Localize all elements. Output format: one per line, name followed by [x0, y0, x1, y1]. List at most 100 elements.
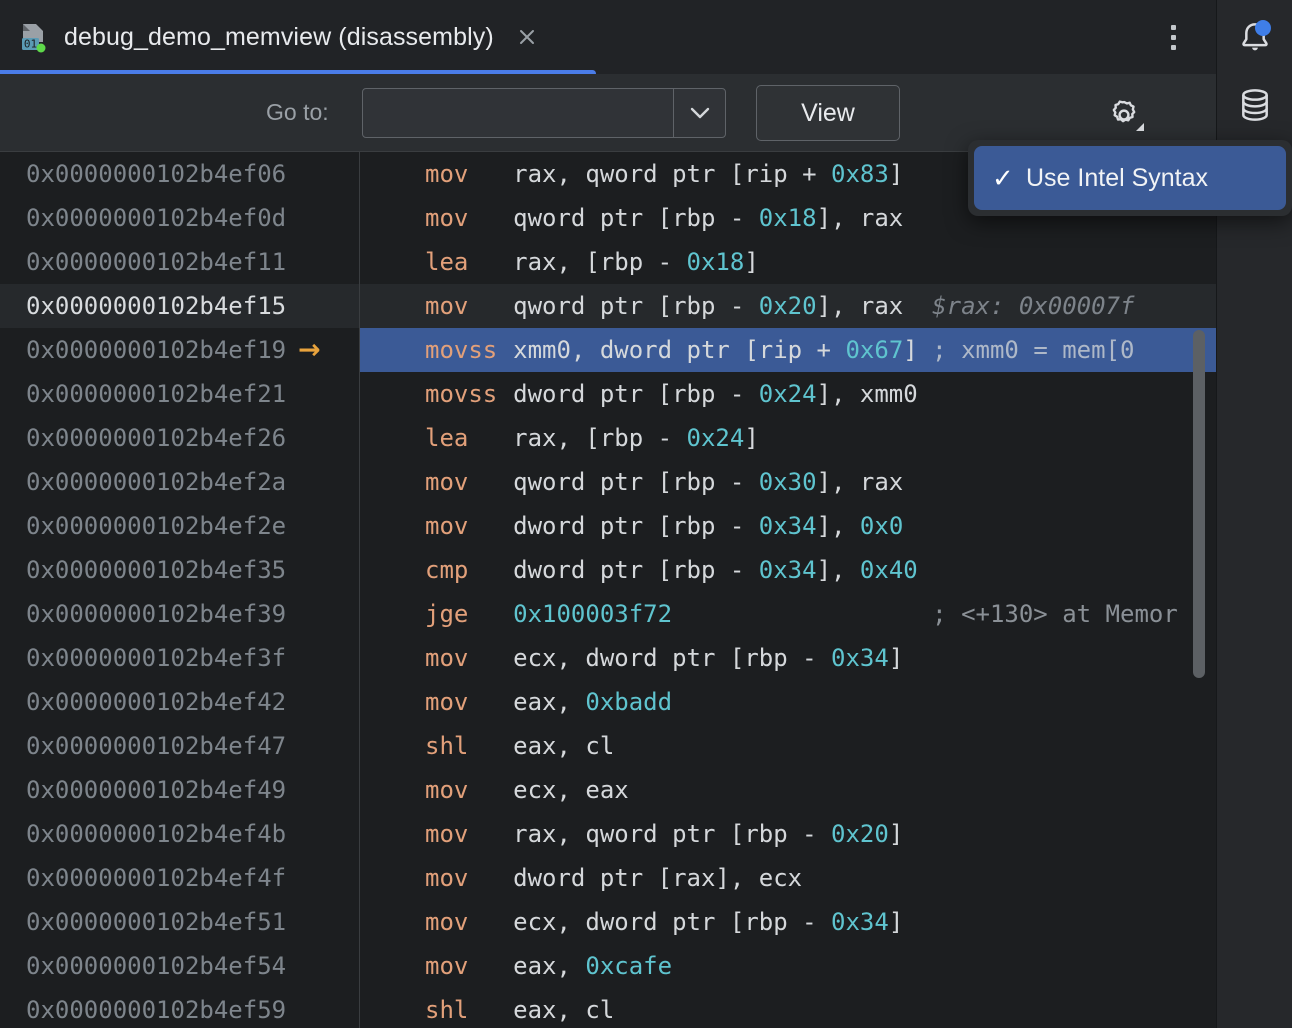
disassembly-row[interactable]: 0x0000000102b4ef21 movss dword ptr [rbp - …: [0, 372, 1216, 416]
instruction-address: 0x0000000102b4ef19 →: [0, 328, 359, 372]
disassembly-row[interactable]: 0x0000000102b4ef4f mov dword ptr [rax], ec…: [0, 856, 1216, 900]
operand-text: eax, cl: [513, 732, 615, 760]
tab-title: debug_demo_memview (disassembly): [64, 22, 494, 51]
register-value-annotation: $rax: 0x00007f: [903, 292, 1135, 320]
disassembly-row[interactable]: 0x0000000102b4ef11 lea rax, [rbp - 0x18]: [0, 240, 1216, 284]
disassembly-row[interactable]: 0x0000000102b4ef39 jge 0x100003f72 ; <+130…: [0, 592, 1216, 636]
bell-icon[interactable]: [1227, 10, 1283, 68]
operand-number: 0x20: [831, 820, 889, 848]
operand-text: ]: [744, 248, 759, 276]
operand-text: ]: [888, 160, 904, 188]
instruction-text: movss xmm0, dword ptr [rip + 0x67] ; xmm0…: [359, 328, 1216, 372]
notification-badge: [1254, 20, 1271, 36]
operand-text: ecx, dword ptr [rbp -: [513, 644, 832, 672]
operand-text: ],: [816, 556, 860, 584]
disassembly-row[interactable]: 0x0000000102b4ef26 lea rax, [rbp - 0x24]: [0, 416, 1216, 460]
instruction-mnemonic: mov: [425, 952, 469, 980]
more-options-icon[interactable]: [1156, 17, 1190, 57]
disassembly-row[interactable]: 0x0000000102b4ef49 mov ecx, eax: [0, 768, 1216, 812]
operand-text: ecx, eax: [513, 776, 629, 804]
svg-text:01: 01: [24, 38, 37, 51]
disassembly-row[interactable]: 0x0000000102b4ef3f mov ecx, dword ptr [rbp…: [0, 636, 1216, 680]
operand-text: qword ptr [rbp -: [513, 292, 759, 320]
instruction-text: mov ecx, dword ptr [rbp - 0x34]: [359, 900, 1216, 944]
instruction-address: 0x0000000102b4ef54: [26, 952, 287, 980]
instruction-text: mov ecx, dword ptr [rbp - 0x34]: [359, 636, 1216, 680]
operand-number: 0x30: [758, 468, 817, 496]
instruction-mnemonic: mov: [425, 204, 469, 232]
scrollbar-thumb[interactable]: [1193, 330, 1205, 678]
disassembly-row[interactable]: 0x0000000102b4ef51 mov ecx, dword ptr [rbp…: [0, 900, 1216, 944]
instruction-mnemonic: jge: [425, 600, 469, 628]
operand-number: 0x18: [758, 204, 817, 232]
disassembly-row[interactable]: 0x0000000102b4ef47 shl eax, cl: [0, 724, 1216, 768]
disassembly-row[interactable]: 0x0000000102b4ef15 mov qword ptr [rbp - 0x…: [0, 284, 1216, 328]
disassembly-listing[interactable]: 0x0000000102b4ef06 mov rax, qword ptr [rip…: [0, 152, 1216, 1028]
instruction-address: 0x0000000102b4ef21: [26, 380, 287, 408]
instruction-address: 0x0000000102b4ef4b: [26, 820, 287, 848]
disassembly-row[interactable]: 0x0000000102b4ef35 cmp dword ptr [rbp - 0x…: [0, 548, 1216, 592]
instruction-mnemonic: shl: [425, 996, 469, 1024]
instruction-address: 0x0000000102b4ef59: [26, 996, 287, 1024]
instruction-mnemonic: mov: [425, 864, 469, 892]
goto-combobox[interactable]: [362, 88, 726, 138]
disassembly-row[interactable]: 0x0000000102b4ef2a mov qword ptr [rbp - 0x…: [0, 460, 1216, 504]
instruction-address: 0x0000000102b4ef49: [26, 776, 287, 804]
operand-number: 0x0: [859, 512, 904, 540]
menu-item-label: Use Intel Syntax: [1026, 163, 1209, 192]
instruction-address: 0x0000000102b4ef15: [0, 284, 359, 328]
operand-text: ecx, dword ptr [rbp -: [513, 908, 832, 936]
disassembly-row[interactable]: 0x0000000102b4ef42 mov eax, 0xbadd: [0, 680, 1216, 724]
instruction-mnemonic: mov: [425, 820, 469, 848]
operand-text: ]: [903, 336, 918, 364]
operand-text: ]: [744, 424, 759, 452]
operand-text: qword ptr [rbp -: [513, 468, 759, 496]
instruction-address: 0x0000000102b4ef47: [26, 732, 287, 760]
instruction-address: 0x0000000102b4ef2a: [26, 468, 287, 496]
operand-text: ], xmm0: [816, 380, 918, 408]
operand-text: rax, [rbp -: [513, 248, 687, 276]
instruction-text: mov eax, 0xcafe: [359, 944, 1216, 988]
operand-text: ], rax: [816, 204, 904, 232]
gutter-divider: [359, 152, 360, 1028]
instruction-mnemonic: mov: [425, 292, 469, 320]
instruction-address: 0x0000000102b4ef0d: [26, 204, 287, 232]
operand-number: 0x18: [686, 248, 745, 276]
check-icon: ✓: [992, 162, 1014, 193]
instruction-text: mov qword ptr [rbp - 0x20], rax $rax: 0x0…: [359, 284, 1216, 328]
menu-item-use-intel-syntax[interactable]: ✓ Use Intel Syntax: [974, 146, 1286, 210]
instruction-comment: ; <+130> at Memor: [672, 600, 1178, 628]
operand-number: 0x67: [845, 336, 904, 364]
disassembly-row[interactable]: 0x0000000102b4ef2e mov dword ptr [rbp - 0x…: [0, 504, 1216, 548]
disassembly-row[interactable]: 0x0000000102b4ef54 mov eax, 0xcafe: [0, 944, 1216, 988]
view-button[interactable]: View: [756, 85, 900, 141]
instruction-address: 0x0000000102b4ef4f: [26, 864, 287, 892]
chevron-down-icon[interactable]: [673, 89, 725, 137]
operand-number: 0x20: [758, 292, 817, 320]
disassembly-row[interactable]: 0x0000000102b4ef19 → movss xmm0, dword ptr …: [0, 328, 1216, 372]
instruction-address: 0x0000000102b4ef06: [26, 160, 287, 188]
instruction-mnemonic: mov: [425, 776, 469, 804]
operand-text: ], rax: [816, 292, 904, 320]
instruction-mnemonic: movss: [425, 380, 498, 408]
operand-text: eax,: [513, 952, 586, 980]
instruction-address: 0x0000000102b4ef11: [26, 248, 287, 276]
instruction-mnemonic: mov: [425, 688, 469, 716]
instruction-comment: ; xmm0 = mem[0: [917, 336, 1135, 364]
gear-icon[interactable]: [1096, 92, 1152, 138]
disassembly-vertical-scrollbar[interactable]: [1193, 152, 1205, 1028]
operand-text: rax, qword ptr [rip +: [513, 160, 832, 188]
operand-text: dword ptr [rbp -: [513, 556, 759, 584]
instruction-address: 0x0000000102b4ef26: [26, 424, 287, 452]
instruction-mnemonic: mov: [425, 160, 469, 188]
disassembly-row[interactable]: 0x0000000102b4ef4b mov rax, qword ptr [rbp…: [0, 812, 1216, 856]
disassembly-row[interactable]: 0x0000000102b4ef59 shl eax, cl: [0, 988, 1216, 1028]
gear-dropdown-caret-icon: [1136, 123, 1144, 131]
instruction-mnemonic: cmp: [425, 556, 469, 584]
close-icon[interactable]: [512, 22, 542, 52]
database-icon[interactable]: [1227, 76, 1283, 134]
instruction-address: 0x0000000102b4ef3f: [26, 644, 287, 672]
goto-input[interactable]: [363, 89, 673, 137]
operand-text: dword ptr [rbp -: [513, 512, 759, 540]
instruction-text: movss dword ptr [rbp - 0x24], xmm0: [359, 372, 1216, 416]
